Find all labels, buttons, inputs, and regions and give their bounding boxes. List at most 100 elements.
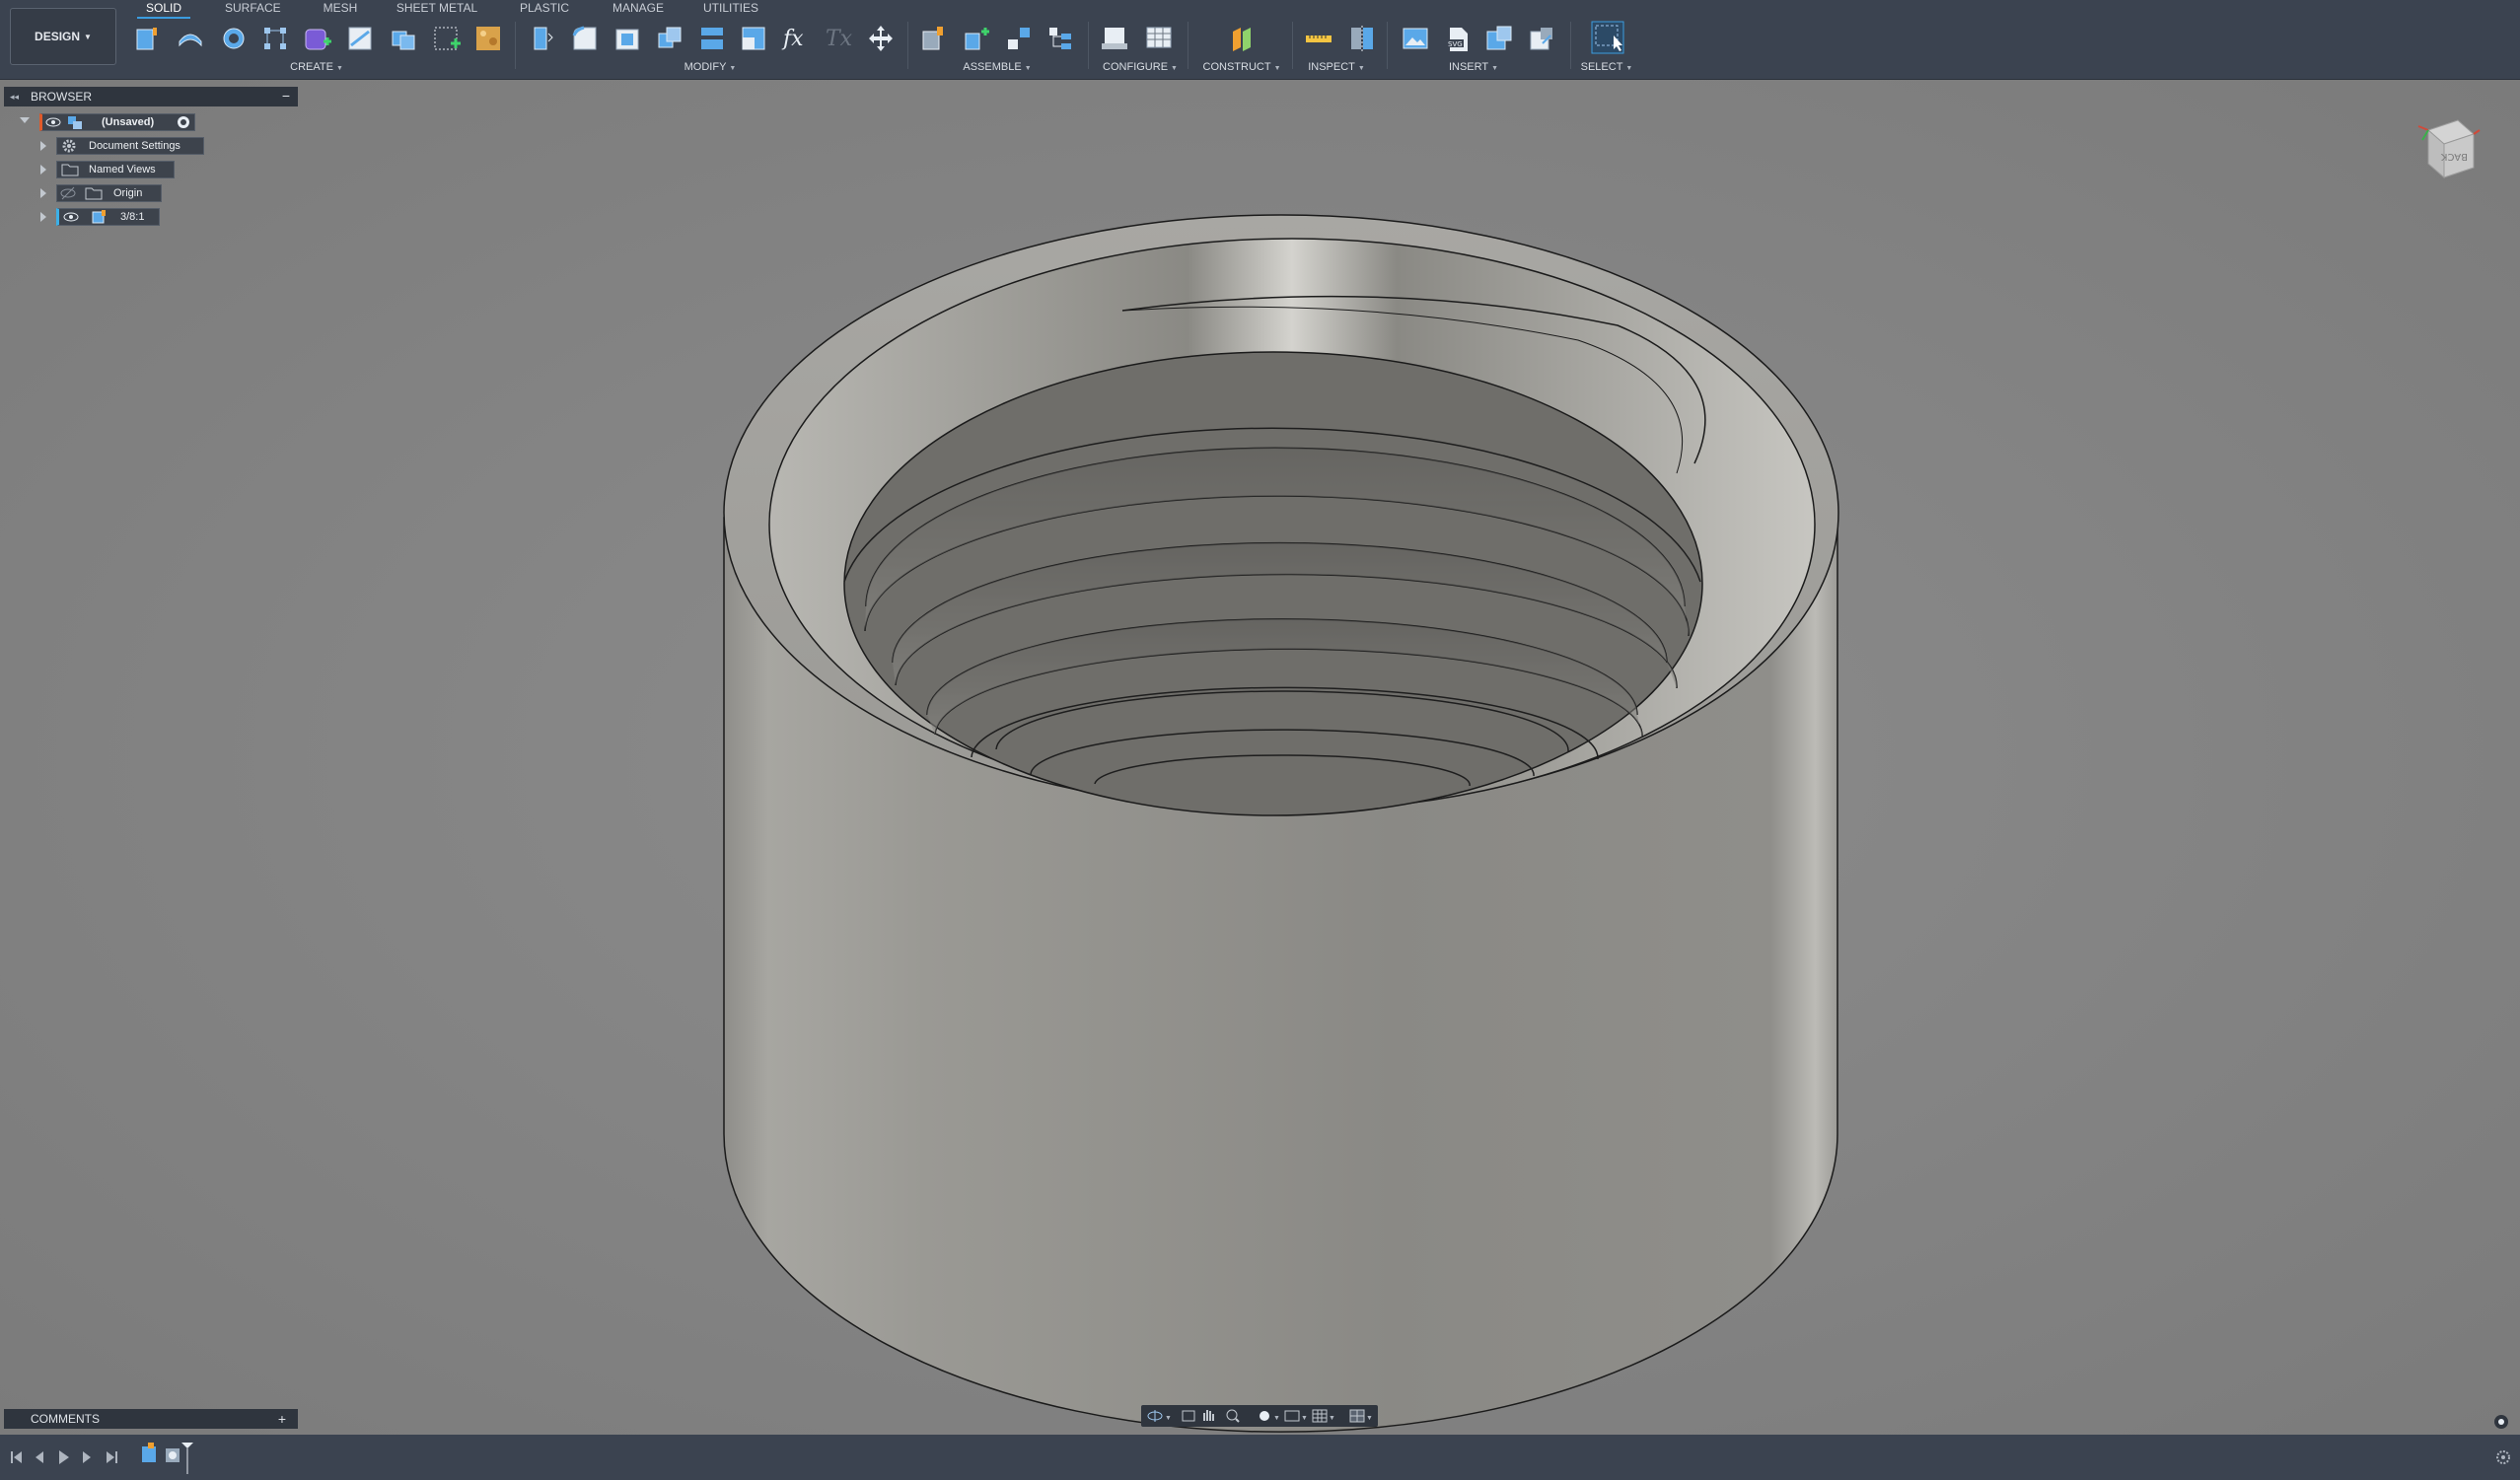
folder-icon <box>85 186 103 200</box>
go-to-end-icon[interactable] <box>107 1451 117 1463</box>
viewports-icon[interactable] <box>1349 1409 1365 1423</box>
zoom-icon[interactable] <box>1226 1409 1240 1423</box>
configure-table-icon[interactable] <box>1100 24 1129 53</box>
insert-mesh-icon[interactable] <box>1484 24 1514 53</box>
select-window-icon[interactable] <box>1590 20 1625 55</box>
expand-triangle-icon[interactable] <box>40 141 46 151</box>
expand-triangle-icon[interactable] <box>40 188 46 198</box>
component-icon <box>67 113 83 131</box>
activate-radio-icon[interactable] <box>177 115 190 129</box>
browser-item-label: 3/8:1 <box>120 211 145 223</box>
fillet-icon[interactable] <box>570 24 600 53</box>
create-group-label[interactable]: CREATE ▼ <box>290 61 343 73</box>
insert-svg-icon[interactable]: SVG <box>1442 24 1472 53</box>
go-to-start-icon[interactable] <box>11 1451 22 1463</box>
interference-icon[interactable] <box>1347 24 1377 53</box>
browser-header[interactable]: ◂◂ BROWSER − <box>4 87 298 106</box>
toolbar-separator <box>1387 22 1388 69</box>
browser-item-label: Document Settings <box>89 140 180 152</box>
insert-canvas-icon[interactable] <box>1401 24 1430 53</box>
browser-item-root[interactable]: (Unsaved) <box>4 113 298 131</box>
step-forward-icon[interactable] <box>83 1451 91 1463</box>
insert-derive-icon[interactable] <box>1527 24 1556 53</box>
threaded-cap-model[interactable] <box>0 80 2520 1435</box>
configuration-rows-icon[interactable] <box>1144 24 1174 53</box>
insert-group-label[interactable]: INSERT ▼ <box>1449 61 1498 73</box>
expand-triangle-icon[interactable] <box>40 165 46 175</box>
tab-plastic[interactable]: PLASTIC <box>520 0 569 16</box>
browser-item-origin[interactable]: Origin <box>4 184 298 202</box>
browser-item-named-views[interactable]: Named Views <box>4 161 298 178</box>
tab-surface[interactable]: SURFACE <box>225 0 281 16</box>
motion-link-icon[interactable] <box>1045 24 1075 53</box>
timeline-feature-icon[interactable] <box>166 1448 180 1462</box>
comments-panel[interactable]: COMMENTS + <box>4 1409 298 1429</box>
body-icon <box>91 209 107 225</box>
timeline-feature-icon[interactable] <box>142 1443 156 1462</box>
grid-icon[interactable] <box>1312 1409 1328 1423</box>
browser-item-document-settings[interactable]: Document Settings <box>4 137 298 155</box>
create-sketch-icon[interactable] <box>431 24 461 53</box>
viewcube-face-label: BACK <box>2440 151 2468 162</box>
eye-visibility-icon[interactable] <box>63 208 79 226</box>
step-back-icon[interactable] <box>36 1451 43 1463</box>
workspace-switcher-button[interactable]: DESIGN ▼ <box>10 8 116 65</box>
display-settings-icon[interactable] <box>1284 1410 1300 1422</box>
move-copy-icon[interactable] <box>866 24 896 53</box>
inspect-group-label[interactable]: INSPECT ▼ <box>1308 61 1365 73</box>
tab-utilities[interactable]: UTILITIES <box>702 0 759 16</box>
timeline-marker-icon[interactable] <box>181 1443 193 1474</box>
pan-hand-icon[interactable] <box>1203 1410 1214 1421</box>
3d-viewport[interactable] <box>0 80 2520 1435</box>
offset-plane-icon[interactable] <box>1227 24 1257 53</box>
expand-triangle-icon[interactable] <box>40 212 46 222</box>
viewcube[interactable]: BACK <box>2414 110 2484 181</box>
eye-hidden-icon[interactable] <box>60 184 76 202</box>
insert-decal-icon[interactable] <box>473 24 503 53</box>
parameters-fx-icon[interactable]: fx <box>781 24 811 53</box>
shell-icon[interactable] <box>612 24 642 53</box>
construct-group-label[interactable]: CONSTRUCT ▼ <box>1203 61 1281 73</box>
joint-icon[interactable] <box>962 24 991 53</box>
split-body-icon[interactable] <box>697 24 727 53</box>
assemble-group-label[interactable]: ASSEMBLE ▼ <box>963 61 1031 73</box>
svg-text:▼: ▼ <box>1301 1415 1308 1422</box>
change-text-icon[interactable]: Tx <box>824 24 853 53</box>
camera-indicator-icon[interactable] <box>2493 1414 2509 1430</box>
create-base-feature-icon[interactable] <box>345 24 375 53</box>
configure-group-label[interactable]: CONFIGURE ▼ <box>1103 61 1178 73</box>
create-form-icon[interactable] <box>302 24 331 53</box>
collapse-triangle-icon[interactable] <box>20 117 30 123</box>
measure-icon[interactable] <box>1304 24 1333 53</box>
browser-item-label: Named Views <box>89 164 156 176</box>
minimize-icon[interactable]: − <box>282 86 290 106</box>
select-group-label[interactable]: SELECT ▼ <box>1581 61 1633 73</box>
extrude-icon[interactable] <box>176 24 205 53</box>
tab-mesh[interactable]: MESH <box>323 0 358 16</box>
browser-title: BROWSER <box>31 90 93 104</box>
play-icon[interactable] <box>59 1450 69 1464</box>
fit-icon[interactable] <box>1260 1411 1269 1421</box>
eye-visibility-icon[interactable] <box>45 113 61 131</box>
orbit-icon[interactable] <box>1147 1410 1163 1422</box>
tab-manage[interactable]: MANAGE <box>611 0 666 16</box>
sketch-pattern-icon[interactable] <box>260 24 290 53</box>
new-component-icon[interactable] <box>132 24 162 53</box>
combine-icon[interactable] <box>655 24 684 53</box>
new-component-assemble-icon[interactable] <box>919 24 949 53</box>
revolve-icon[interactable] <box>219 24 249 53</box>
create-mesh-icon[interactable] <box>389 24 418 53</box>
tab-sheet-metal[interactable]: SHEET METAL <box>396 0 478 16</box>
browser-item-component[interactable]: 3/8:1 <box>4 208 298 226</box>
tab-solid[interactable]: SOLID <box>137 0 190 19</box>
press-pull-icon[interactable] <box>527 24 556 53</box>
collapse-panel-icon[interactable]: ◂◂ <box>10 87 19 106</box>
timeline-settings-icon[interactable] <box>2496 1450 2510 1464</box>
add-comment-icon[interactable]: + <box>278 1409 286 1429</box>
toolbar-separator <box>515 22 516 69</box>
gear-icon <box>61 138 77 154</box>
scale-icon[interactable] <box>739 24 768 53</box>
as-built-joint-icon[interactable] <box>1004 24 1034 53</box>
modify-group-label[interactable]: MODIFY ▼ <box>684 61 737 73</box>
look-at-icon[interactable] <box>1182 1410 1195 1422</box>
